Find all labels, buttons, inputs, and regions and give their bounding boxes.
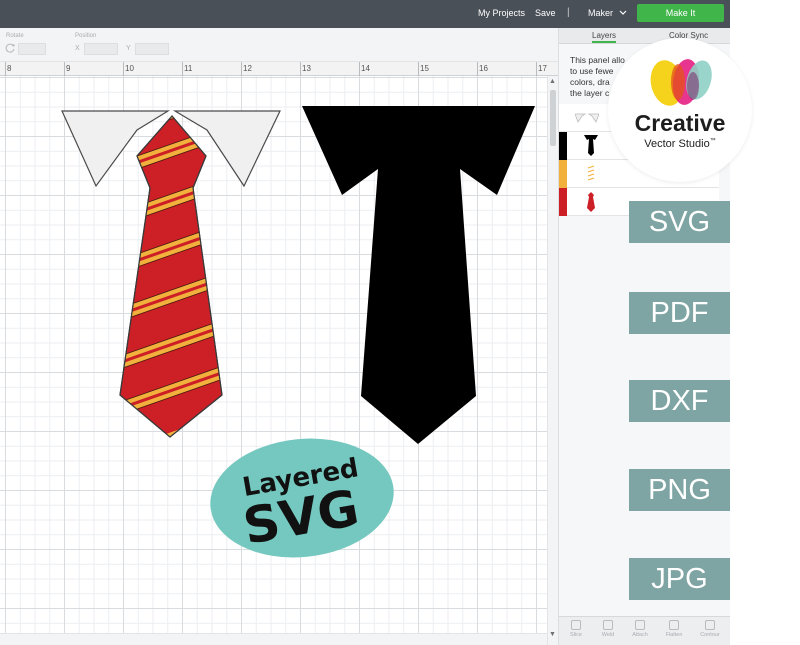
panel-bottom-toolbar: Slice Weld Attach Flatten Contour: [559, 616, 731, 645]
machine-select[interactable]: Maker: [588, 8, 627, 18]
logo-leaves-icon: [650, 59, 712, 106]
rotate-input[interactable]: [18, 43, 46, 55]
tab-layers[interactable]: Layers: [592, 31, 617, 43]
format-badge-svg: SVG: [629, 201, 730, 243]
x-label: X: [75, 45, 80, 52]
ruler-tick: 16: [479, 64, 488, 73]
logo-brand-text: Creative: [634, 110, 726, 136]
weld-button[interactable]: Weld: [593, 620, 623, 638]
y-position-input[interactable]: [135, 43, 169, 55]
layer-color-swatch: [559, 160, 567, 188]
layer-color-swatch: [559, 188, 567, 216]
horizontal-scrollbar[interactable]: [0, 633, 547, 645]
my-projects-link[interactable]: My Projects: [478, 8, 525, 18]
layered-svg-sticker: Layered SVG: [208, 436, 396, 560]
rotate-icon: [5, 43, 15, 53]
black-tie-thumbnail-icon: [584, 135, 598, 156]
ruler-tick: 14: [361, 64, 370, 73]
ruler-tick: 12: [243, 64, 252, 73]
ruler-tick: 10: [125, 64, 134, 73]
scroll-down-icon[interactable]: ▼: [549, 631, 556, 638]
sticker-graphic: Layered SVG: [210, 438, 394, 558]
layer-color-swatch: [559, 132, 567, 160]
creative-vector-studio-logo: Creative Vector Studio™: [608, 38, 752, 182]
stripes-thumbnail-icon: [587, 165, 595, 181]
horizontal-ruler: 8 9 10 11 12 13 14 15 16 17: [0, 62, 558, 76]
make-it-button[interactable]: Make It: [637, 4, 724, 22]
chevron-down-icon: [619, 10, 627, 15]
ruler-tick: 17: [538, 64, 547, 73]
contour-button[interactable]: Contour: [695, 620, 725, 638]
logo-sub-text: Vector Studio™: [644, 138, 716, 150]
ruler-tick: 15: [420, 64, 429, 73]
ruler-tick: 11: [184, 64, 193, 73]
format-badge-pdf: PDF: [629, 292, 730, 334]
ruler-tick: 9: [66, 64, 71, 73]
save-button[interactable]: Save: [535, 8, 556, 18]
attach-button[interactable]: Attach: [625, 620, 655, 638]
flatten-button[interactable]: Flatten: [659, 620, 689, 638]
y-label: Y: [126, 45, 131, 52]
red-tie-thumbnail-icon: [587, 192, 595, 212]
format-badge-jpg: JPG: [629, 558, 730, 600]
black-tie: [302, 106, 535, 444]
format-badge-png: PNG: [629, 469, 730, 511]
top-bar: My Projects Save | Maker Make It: [0, 0, 730, 28]
rotate-label: Rotate: [6, 33, 24, 39]
collar-thumbnail-icon: [575, 113, 599, 123]
position-label: Position: [75, 33, 97, 39]
edit-toolbar: Rotate Position X Y: [0, 28, 558, 62]
vertical-scrollbar[interactable]: ▲ ▼: [547, 76, 558, 645]
scroll-thumb[interactable]: [550, 90, 556, 146]
scroll-up-icon[interactable]: ▲: [549, 78, 556, 85]
ruler-tick: 13: [302, 64, 311, 73]
topbar-separator: |: [567, 7, 570, 18]
ruler-tick: 8: [7, 64, 12, 73]
slice-button[interactable]: Slice: [561, 620, 591, 638]
x-position-input[interactable]: [84, 43, 118, 55]
format-badge-dxf: DXF: [629, 380, 730, 422]
machine-label: Maker: [588, 8, 614, 18]
